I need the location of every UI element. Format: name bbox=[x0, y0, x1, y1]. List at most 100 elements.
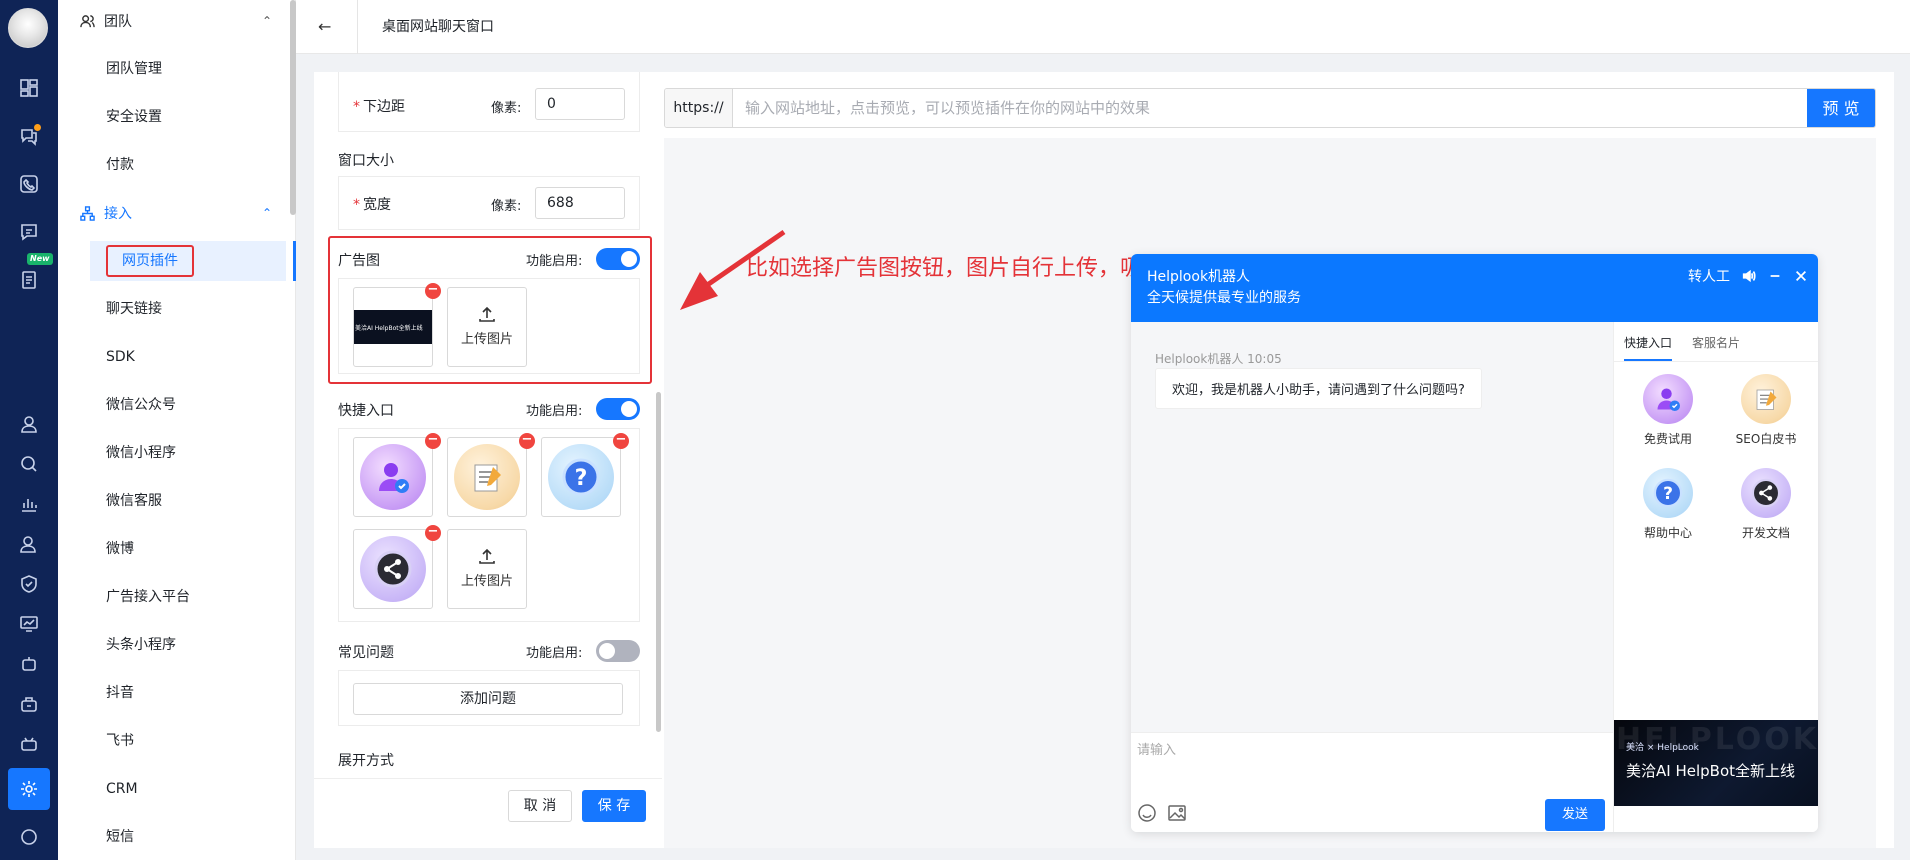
knowledge-icon[interactable]: New bbox=[15, 253, 53, 294]
panel-scrollbar[interactable] bbox=[656, 392, 661, 732]
remove-icon[interactable]: − bbox=[425, 525, 441, 541]
team-icon bbox=[80, 14, 95, 27]
active-indicator bbox=[293, 241, 296, 281]
preview-button[interactable]: 预 览 bbox=[1807, 89, 1875, 127]
free-trial-icon bbox=[1643, 374, 1693, 424]
robot-icon[interactable] bbox=[15, 650, 43, 678]
quick-entry-thumb-1[interactable] bbox=[353, 437, 433, 517]
chat-agent-name: Helplook机器人 bbox=[1147, 269, 1251, 285]
cancel-button[interactable]: 取 消 bbox=[508, 790, 572, 822]
message-icon[interactable] bbox=[15, 218, 43, 246]
sidebar-item-feishu[interactable]: 飞书 bbox=[106, 730, 134, 752]
chat-messages: Helplook机器人 10:05 欢迎，我是机器人小助手，请问遇到了什么问题吗… bbox=[1131, 322, 1613, 732]
close-icon[interactable] bbox=[1794, 269, 1808, 283]
quick-entry-thumb-4[interactable] bbox=[353, 529, 433, 609]
quick-entry-toggle[interactable] bbox=[596, 398, 640, 420]
chat-input[interactable]: 请输入 bbox=[1137, 739, 1176, 758]
avatar[interactable] bbox=[8, 8, 48, 48]
emoji-icon[interactable] bbox=[1137, 803, 1157, 823]
sidebar-item-sdk[interactable]: SDK bbox=[106, 346, 135, 368]
visitor-icon[interactable] bbox=[15, 450, 43, 478]
help-chat-icon[interactable] bbox=[15, 823, 43, 851]
sidebar-item-sms[interactable]: 短信 bbox=[106, 826, 134, 848]
divider bbox=[357, 0, 358, 54]
dashboard-icon[interactable] bbox=[15, 74, 43, 102]
message-meta: Helplook机器人 10:05 bbox=[1155, 352, 1282, 366]
bottom-margin-input[interactable]: 0 bbox=[535, 88, 625, 120]
sidebar-item-wechat-official[interactable]: 微信公众号 bbox=[106, 394, 176, 416]
plugin-icon[interactable] bbox=[15, 690, 43, 718]
settings-sidebar: 团队 ⌃ 团队管理 安全设置 付款 接入 ⌃ 网页插件 聊天链接 SDK 微信公… bbox=[58, 0, 296, 860]
stats-icon[interactable] bbox=[15, 490, 43, 518]
tab-quick-entry[interactable]: 快捷入口 bbox=[1624, 334, 1673, 361]
url-bar: https:// 输入网站地址，点击预览，可以预览插件在你的网站中的效果 预 览 bbox=[664, 88, 1876, 128]
width-card: * 宽度 像素: 688 bbox=[338, 176, 640, 230]
quick-entry-card: − − ? − − 上传图片 bbox=[338, 428, 640, 622]
tab-agent-card[interactable]: 客服名片 bbox=[1692, 334, 1740, 351]
sidebar-group-team[interactable]: 团队 ⌃ bbox=[80, 10, 280, 32]
dev-docs-icon bbox=[360, 536, 426, 602]
conversations-icon[interactable] bbox=[15, 122, 43, 150]
dev-docs-icon bbox=[1741, 468, 1791, 518]
sidebar-group-access[interactable]: 接入 ⌃ bbox=[80, 202, 280, 224]
faq-card: 添加问题 bbox=[338, 670, 640, 726]
highlight-box bbox=[328, 236, 652, 384]
phone-icon[interactable] bbox=[15, 170, 43, 198]
sidebar-item-weibo[interactable]: 微博 bbox=[106, 538, 134, 560]
access-icon bbox=[80, 205, 95, 221]
monitor-icon[interactable] bbox=[15, 610, 43, 638]
page-title: 桌面网站聊天窗口 bbox=[382, 19, 494, 35]
sidebar-item-payment[interactable]: 付款 bbox=[106, 154, 134, 176]
bot-icon[interactable] bbox=[15, 730, 43, 758]
faq-toggle[interactable] bbox=[596, 640, 640, 662]
sidebar-item-wechat-miniprogram[interactable]: 微信小程序 bbox=[106, 442, 176, 464]
upload-image-button[interactable]: 上传图片 bbox=[447, 529, 527, 609]
ad-banner[interactable]: HELPLOOK 美洽 × HelpLook 美洽AI HelpBot全新上线 bbox=[1614, 720, 1818, 806]
sidebar-item-security[interactable]: 安全设置 bbox=[106, 106, 162, 128]
width-input[interactable]: 688 bbox=[535, 187, 625, 219]
expand-mode-label: 展开方式 bbox=[338, 753, 394, 769]
enable-label: 功能启用: bbox=[526, 646, 583, 661]
chevron-up-icon: ⌃ bbox=[261, 14, 272, 28]
chat-side-tabs: 快捷入口 客服名片 bbox=[1614, 322, 1818, 362]
settings-gear-icon[interactable] bbox=[8, 768, 50, 810]
chat-sidebar: 快捷入口 客服名片 免费试用 SEO白皮书 ? 帮助中心 开发文档 HELPLO… bbox=[1613, 322, 1818, 832]
sidebar-item-web-plugin[interactable]: 网页插件 bbox=[90, 241, 296, 281]
remove-icon[interactable]: − bbox=[519, 433, 535, 449]
chat-input-area[interactable]: 请输入 发送 bbox=[1131, 732, 1613, 832]
sidebar-group-label: 团队 bbox=[104, 14, 132, 30]
user-icon[interactable] bbox=[15, 410, 43, 438]
sidebar-item-wechat-service[interactable]: 微信客服 bbox=[106, 490, 162, 512]
volume-icon[interactable] bbox=[1742, 269, 1756, 283]
sidebar-item-ad-platform[interactable]: 广告接入平台 bbox=[106, 586, 190, 608]
sidebar-item-crm[interactable]: CRM bbox=[106, 778, 138, 800]
message-bubble: 欢迎，我是机器人小助手，请问遇到了什么问题吗? bbox=[1155, 368, 1482, 409]
seo-whitepaper-icon bbox=[1741, 374, 1791, 424]
send-button[interactable]: 发送 bbox=[1545, 799, 1605, 831]
sidebar-item-chat-link[interactable]: 聊天链接 bbox=[106, 298, 162, 320]
quick-item-seo[interactable]: SEO白皮书 bbox=[1726, 374, 1806, 447]
transfer-human-button[interactable]: 转人工 bbox=[1688, 266, 1730, 286]
save-button[interactable]: 保 存 bbox=[582, 790, 646, 822]
remove-icon[interactable]: − bbox=[613, 433, 629, 449]
url-input[interactable]: 输入网站地址，点击预览，可以预览插件在你的网站中的效果 bbox=[745, 89, 1150, 127]
remove-icon[interactable]: − bbox=[425, 433, 441, 449]
add-question-button[interactable]: 添加问题 bbox=[353, 683, 623, 715]
minimize-icon[interactable] bbox=[1768, 269, 1782, 283]
shield-icon[interactable] bbox=[15, 570, 43, 598]
image-icon[interactable] bbox=[1167, 803, 1187, 823]
quick-entry-thumb-2[interactable] bbox=[447, 437, 527, 517]
sidebar-item-douyin[interactable]: 抖音 bbox=[106, 682, 134, 704]
bottom-margin-label: * 下边距 bbox=[353, 99, 405, 115]
sidebar-item-toutiao[interactable]: 头条小程序 bbox=[106, 634, 176, 656]
quick-item-free-trial[interactable]: 免费试用 bbox=[1628, 374, 1708, 447]
contacts-icon[interactable] bbox=[15, 530, 43, 558]
quick-item-help[interactable]: ? 帮助中心 bbox=[1628, 468, 1708, 541]
back-arrow-icon[interactable]: ← bbox=[318, 17, 331, 36]
quick-entry-thumb-3[interactable]: ? bbox=[541, 437, 621, 517]
quick-item-dev-docs[interactable]: 开发文档 bbox=[1726, 468, 1806, 541]
settings-panel: * 下边距 像素: 0 窗口大小 * 宽度 像素: 688 广告图 功能启用: 美洽… bbox=[314, 72, 662, 848]
sidebar-item-team-management[interactable]: 团队管理 bbox=[106, 58, 162, 80]
faq-label: 常见问题 bbox=[338, 645, 394, 661]
quick-item-label: 开发文档 bbox=[1741, 526, 1790, 540]
